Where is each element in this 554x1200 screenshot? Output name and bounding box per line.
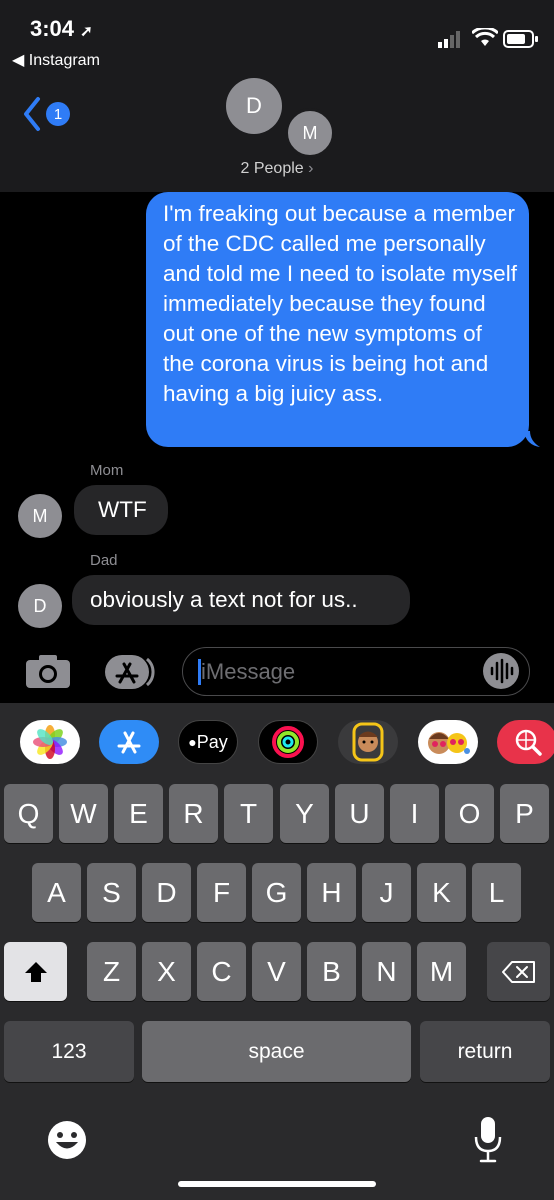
wifi-icon — [470, 26, 500, 53]
microphone-icon — [474, 1117, 502, 1163]
key[interactable]: B — [307, 942, 356, 1001]
app-store-icon — [105, 655, 155, 689]
message-placeholder: iMessage — [201, 659, 296, 684]
key[interactable]: X — [142, 942, 191, 1001]
key[interactable]: I — [390, 784, 439, 843]
key[interactable]: R — [169, 784, 218, 843]
back-to-app-link[interactable]: ◀ Instagram — [12, 50, 100, 70]
bubble-tail — [524, 431, 540, 447]
key[interactable]: H — [307, 863, 356, 922]
camera-icon — [26, 655, 70, 688]
emoji-button[interactable] — [46, 1119, 88, 1161]
avatar-mom[interactable]: M — [18, 494, 62, 538]
key[interactable]: D — [142, 863, 191, 922]
apple-pay-button[interactable]: ● Pay — [178, 720, 238, 764]
backspace-icon — [501, 960, 535, 983]
group-avatar-m[interactable]: M — [285, 108, 335, 158]
location-arrow-icon: ➚ — [80, 23, 93, 40]
app-store-icon — [117, 731, 141, 754]
apple-logo-icon: ● — [188, 734, 197, 750]
key[interactable]: Z — [87, 942, 136, 1001]
group-avatar-d[interactable]: D — [226, 78, 282, 134]
key[interactable]: E — [114, 784, 163, 843]
cellular-signal-icon — [438, 30, 464, 53]
memoji-stickers-button[interactable] — [418, 720, 478, 764]
key[interactable]: U — [335, 784, 384, 843]
sent-message-bubble[interactable]: I'm freaking out because a member of the… — [146, 192, 529, 447]
activity-rings-icon — [272, 726, 304, 758]
key[interactable]: J — [362, 863, 411, 922]
emoji-icon — [48, 1121, 86, 1159]
key[interactable]: Y — [280, 784, 329, 843]
key[interactable]: Q — [4, 784, 53, 843]
key[interactable]: G — [252, 863, 301, 922]
key[interactable]: L — [472, 863, 521, 922]
return-key[interactable]: return — [420, 1021, 550, 1082]
shift-key[interactable] — [4, 942, 67, 1001]
dictation-button[interactable] — [472, 1115, 504, 1165]
group-details-link[interactable]: 2 People › — [0, 160, 554, 178]
key[interactable]: K — [417, 863, 466, 922]
key[interactable]: T — [224, 784, 273, 843]
key[interactable]: S — [87, 863, 136, 922]
app-store-button[interactable] — [104, 654, 156, 690]
activity-app-button[interactable] — [258, 720, 318, 764]
sender-name-mom: Mom — [90, 462, 124, 479]
key[interactable]: P — [500, 784, 549, 843]
globe-search-icon — [515, 729, 542, 756]
received-message-bubble[interactable]: obviously a text not for us.. — [72, 575, 410, 625]
battery-icon — [503, 30, 539, 53]
sender-name-dad: Dad — [90, 552, 118, 569]
key[interactable]: W — [59, 784, 108, 843]
numbers-key[interactable]: 123 — [4, 1021, 134, 1082]
space-key[interactable]: space — [142, 1021, 411, 1082]
audio-record-button[interactable] — [483, 653, 519, 689]
memoji-icon — [352, 722, 384, 762]
key[interactable]: V — [252, 942, 301, 1001]
clock: 3:04 ➚ — [30, 16, 93, 41]
delete-key[interactable] — [487, 942, 550, 1001]
chevron-right-icon: › — [308, 160, 314, 177]
chevron-left-icon — [24, 97, 40, 131]
key[interactable]: A — [32, 863, 81, 922]
avatar-dad[interactable]: D — [18, 584, 62, 628]
key[interactable]: F — [197, 863, 246, 922]
photos-icon — [33, 725, 67, 759]
message-input[interactable]: iMessage — [182, 647, 530, 696]
received-message-bubble[interactable]: WTF — [74, 485, 168, 535]
waveform-icon — [490, 658, 514, 684]
camera-button[interactable] — [24, 654, 72, 690]
key[interactable]: O — [445, 784, 494, 843]
shift-arrow-icon — [24, 961, 47, 982]
app-store-app-button[interactable] — [99, 720, 159, 764]
memoji-stickers-icon — [428, 732, 470, 754]
key[interactable]: N — [362, 942, 411, 1001]
key[interactable]: C — [197, 942, 246, 1001]
key[interactable]: M — [417, 942, 466, 1001]
unread-badge: 1 — [46, 102, 70, 126]
photos-app-button[interactable] — [20, 720, 80, 764]
back-button[interactable]: 1 — [22, 96, 72, 132]
memoji-app-button[interactable] — [338, 720, 398, 764]
home-indicator[interactable] — [178, 1181, 376, 1187]
search-images-app-button[interactable] — [497, 720, 554, 764]
